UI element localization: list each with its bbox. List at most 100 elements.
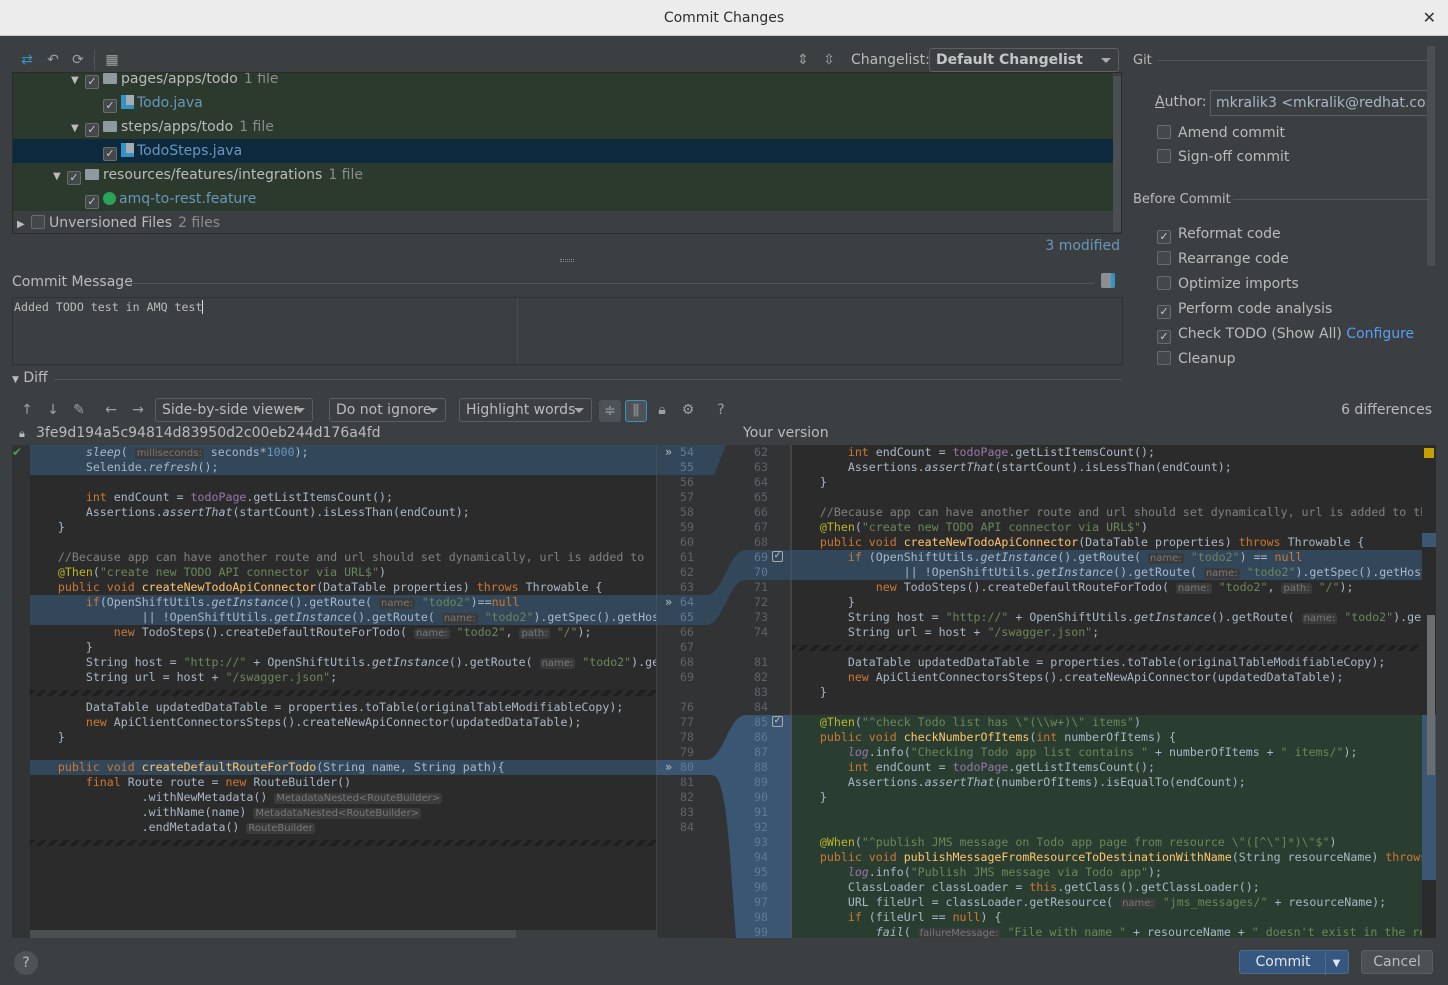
show-diff-icon[interactable]: ⇄	[18, 51, 36, 69]
commit-options-arrow-icon[interactable]: ▼	[1325, 953, 1347, 975]
viewer-mode-dropdown[interactable]: Side-by-side viewer	[155, 398, 313, 422]
collapse-all-icon[interactable]: ⇳	[820, 51, 838, 69]
divider	[54, 379, 1122, 380]
collapsed-fold[interactable]	[792, 645, 1422, 651]
help-icon[interactable]: ?	[712, 401, 730, 419]
commit-message-history-icon[interactable]	[1101, 273, 1115, 288]
previous-file-icon[interactable]: ←	[102, 401, 120, 419]
changelist-dropdown[interactable]: Default Changelist	[929, 48, 1119, 72]
option-checkbox[interactable]: Rearrange code	[1157, 249, 1289, 269]
rollback-icon[interactable]: ↶	[44, 51, 62, 69]
checkbox[interactable]	[1157, 351, 1171, 365]
vertical-scrollbar-thumb[interactable]	[1427, 615, 1435, 775]
include-checkbox[interactable]: ✓	[103, 99, 117, 113]
checkbox[interactable]: ✓	[1157, 230, 1171, 244]
checkbox[interactable]: ✓	[1157, 305, 1171, 319]
cancel-button[interactable]: Cancel	[1361, 950, 1433, 974]
file-count: 2 files	[178, 215, 221, 231]
help-button[interactable]: ?	[14, 951, 38, 975]
code-line: DataTable updatedDataTable = properties.…	[30, 700, 624, 714]
author-input[interactable]: mkralik3 <mkralik@redhat.com>	[1210, 90, 1431, 116]
modified-count-link[interactable]: 3 modified	[1040, 238, 1120, 254]
option-checkbox[interactable]: Cleanup	[1157, 349, 1236, 369]
line-number: 95	[754, 865, 768, 879]
folder-icon	[103, 121, 117, 132]
commit-button[interactable]: Commit ▼	[1239, 950, 1349, 975]
commit-message-input[interactable]: Added TODO test in AMQ test	[12, 297, 1123, 365]
collapse-arrow-icon[interactable]: ▶	[17, 213, 31, 233]
settings-gear-icon[interactable]: ⚙	[679, 401, 697, 419]
checkbox[interactable]: ✓	[1157, 330, 1171, 344]
include-checkbox[interactable]	[31, 215, 45, 229]
options-scrollbar[interactable]	[1427, 46, 1435, 266]
code-line: log.info("Publish JMS message via Todo a…	[792, 865, 1422, 880]
code-line: || !OpenShiftUtils.getInstance().getRout…	[30, 610, 656, 625]
close-icon[interactable]: ✕	[1423, 0, 1436, 36]
option-label: Rearrange code	[1178, 251, 1289, 267]
line-number: 97	[754, 895, 768, 909]
horizontal-scrollbar[interactable]	[30, 930, 516, 938]
expand-arrow-icon[interactable]: ▼	[71, 73, 85, 93]
option-checkbox[interactable]: ✓ Perform code analysis	[1157, 299, 1332, 319]
code-line: if(OpenShiftUtils.getInstance().getRoute…	[30, 595, 656, 610]
apply-change-icon[interactable]: »	[665, 760, 672, 775]
code-line: }	[792, 685, 827, 699]
apply-change-icon[interactable]: »	[665, 445, 672, 460]
refresh-icon[interactable]: ⟳	[69, 51, 87, 69]
splitter-handle[interactable]	[560, 259, 574, 262]
include-change-checkbox[interactable]: ✓	[772, 716, 783, 727]
sync-scroll-icon[interactable]: ⫼	[625, 400, 647, 422]
tree-row[interactable]: ✓ amq-to-rest.feature	[13, 187, 1113, 211]
option-checkbox[interactable]: Sign-off commit	[1157, 147, 1289, 167]
line-number: 92	[754, 820, 768, 834]
tree-row[interactable]: ▼ ✓ pages/apps/todo 1 file	[13, 73, 1113, 93]
next-difference-icon[interactable]: ↓	[44, 401, 62, 419]
highlight-mode-dropdown[interactable]: Highlight words	[459, 398, 592, 422]
expand-all-icon[interactable]: ⇕	[794, 51, 812, 69]
edit-source-icon[interactable]: ✎	[70, 401, 88, 419]
tree-row[interactable]: ✓ Todo.java	[13, 91, 1113, 115]
line-number: 79	[680, 745, 694, 759]
option-checkbox[interactable]: Optimize imports	[1157, 274, 1299, 294]
include-change-checkbox[interactable]: ✓	[772, 551, 783, 562]
tree-row[interactable]: ▼ ✓ resources/features/integrations 1 file	[13, 163, 1113, 187]
checkbox[interactable]	[1157, 125, 1171, 139]
expand-arrow-icon[interactable]: ▼	[71, 117, 85, 141]
diff-toggle[interactable]: ▼ Diff	[12, 370, 48, 386]
checkbox[interactable]	[1157, 149, 1171, 163]
collapse-unchanged-icon[interactable]: ≑	[599, 400, 621, 422]
tree-scrollbar[interactable]	[1113, 76, 1121, 232]
configure-link[interactable]: Configure	[1346, 326, 1414, 342]
tree-row[interactable]: ▼ ✓ steps/apps/todo 1 file	[13, 115, 1113, 139]
checkbox[interactable]	[1157, 276, 1171, 290]
ignore-whitespace-dropdown[interactable]: Do not ignore	[329, 398, 446, 422]
collapsed-fold[interactable]	[30, 840, 656, 846]
include-checkbox[interactable]: ✓	[103, 147, 117, 161]
next-file-icon[interactable]: →	[129, 401, 147, 419]
tree-row[interactable]: ✓ TodoSteps.java	[13, 139, 1113, 163]
option-checkbox[interactable]: ✓ Check TODO (Show All) Configure	[1157, 324, 1414, 344]
lock-icon[interactable]: 🔒︎	[653, 401, 671, 419]
line-number: 90	[754, 790, 768, 804]
group-by-icon[interactable]: ▦	[103, 51, 121, 69]
left-editor[interactable]: sleep( milliseconds: seconds*1000); Sele…	[30, 445, 656, 930]
checkbox[interactable]	[1157, 251, 1171, 265]
code-line: public void createNewTodoApiConnector(Da…	[57, 580, 603, 594]
include-checkbox[interactable]: ✓	[67, 171, 81, 185]
right-editor[interactable]: int endCount = todoPage.getListItemsCoun…	[792, 445, 1422, 938]
folder-icon	[85, 169, 99, 180]
tree-row[interactable]: ▶ Unversioned Files 2 files	[13, 211, 1113, 233]
line-number: 81	[680, 775, 694, 789]
changes-tree[interactable]: ▼ ✓ pages/apps/todo 1 file ✓ Todo.java ▼ ✓ steps…	[12, 72, 1122, 234]
option-checkbox[interactable]: ✓ Reformat code	[1157, 224, 1281, 244]
collapsed-fold[interactable]	[30, 690, 656, 696]
option-checkbox[interactable]: Amend commit	[1157, 123, 1285, 143]
apply-change-icon[interactable]: »	[665, 595, 672, 610]
left-revision-hash: 3fe9d194a5c94814d83950d2c00eb244d176a4fd	[36, 425, 381, 441]
include-checkbox[interactable]: ✓	[85, 195, 99, 209]
previous-difference-icon[interactable]: ↑	[18, 401, 36, 419]
include-checkbox[interactable]: ✓	[85, 75, 99, 89]
code-line: }	[792, 595, 855, 609]
expand-arrow-icon[interactable]: ▼	[53, 165, 67, 189]
include-checkbox[interactable]: ✓	[85, 123, 99, 137]
